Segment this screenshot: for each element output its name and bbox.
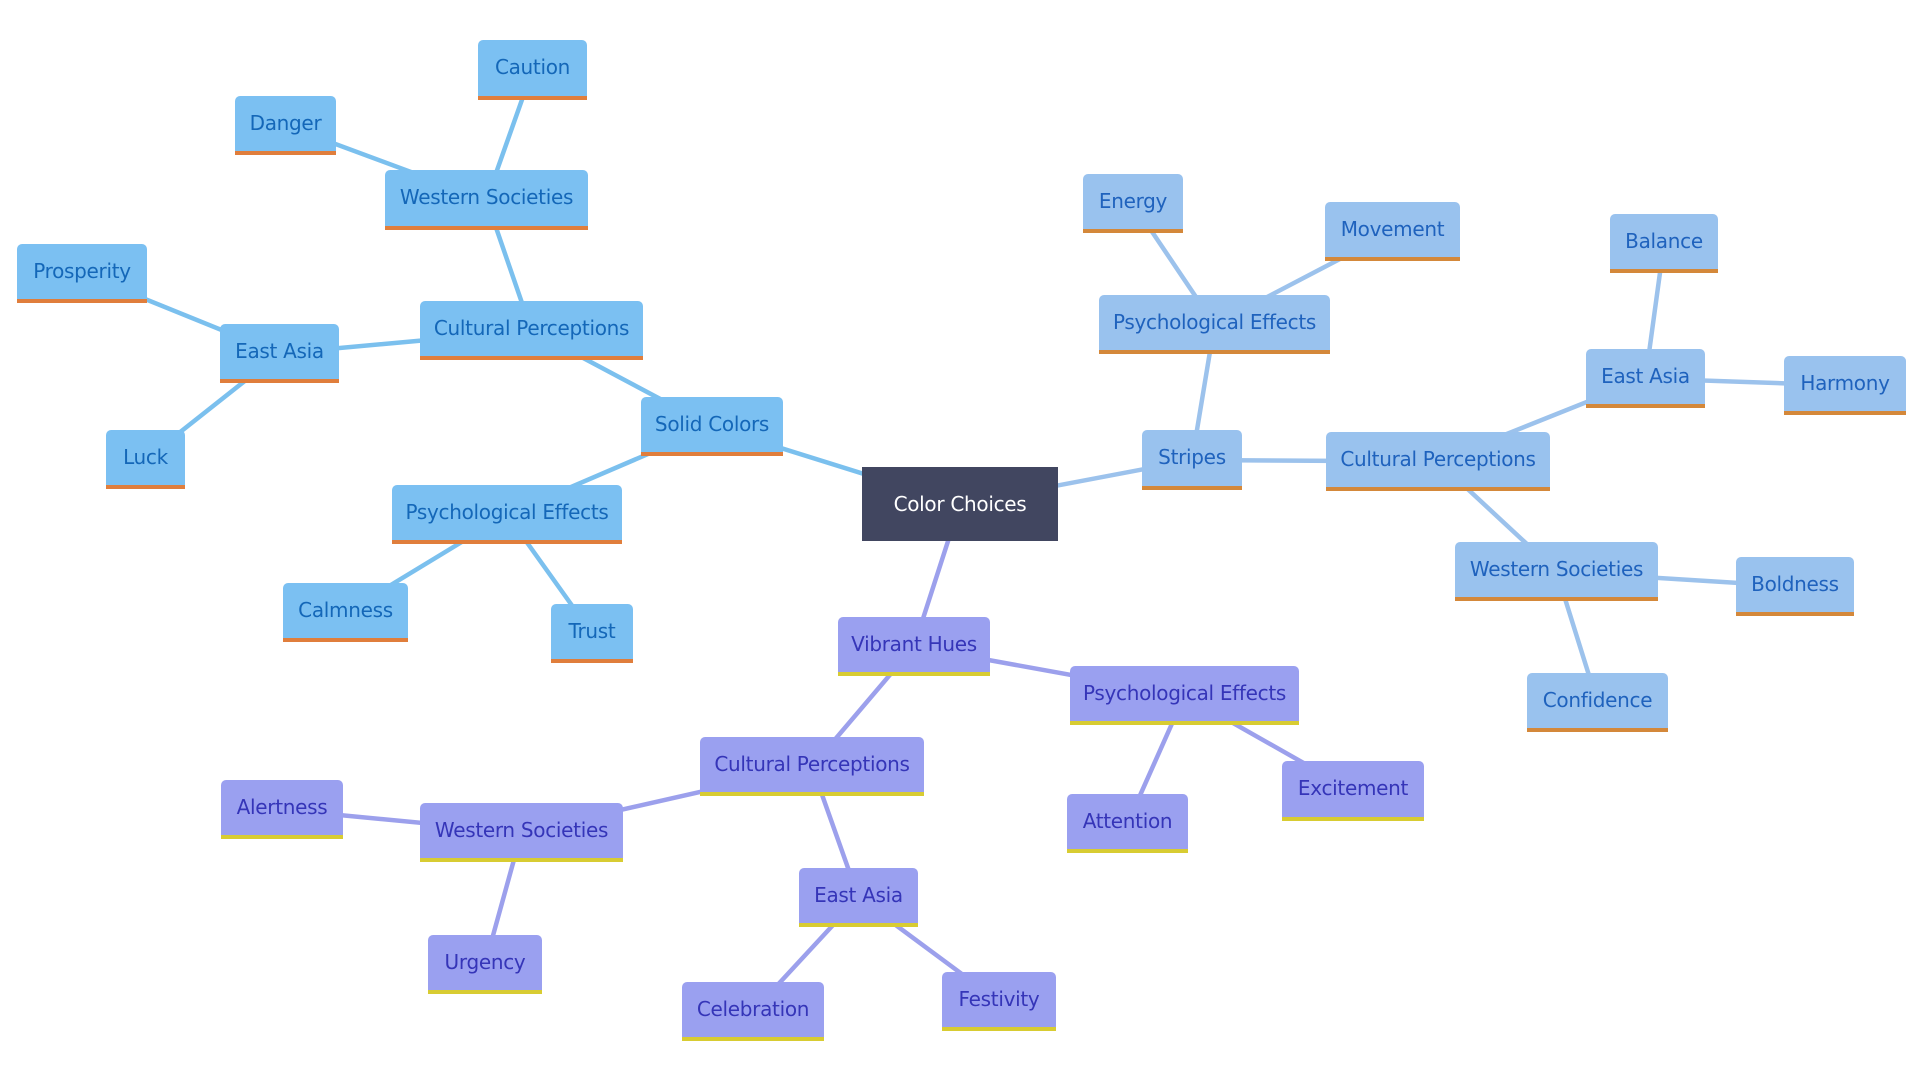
node-vibrant-east[interactable]: East Asia (799, 868, 918, 927)
node-solid-east[interactable]: East Asia (220, 324, 339, 383)
node-stripes-boldness[interactable]: Boldness (1736, 557, 1854, 616)
node-vibrant-alertness[interactable]: Alertness (221, 780, 343, 839)
node-label: Western Societies (1469, 556, 1644, 581)
node-label: Celebration (696, 996, 810, 1021)
node-label: Psychological Effects (1082, 680, 1287, 705)
node-label: Calmness (298, 597, 393, 622)
node-stripes-east[interactable]: East Asia (1586, 349, 1705, 408)
node-stripes-west[interactable]: Western Societies (1455, 542, 1658, 601)
node-stripes-cult[interactable]: Cultural Perceptions (1326, 432, 1550, 491)
node-label: Psychological Effects (405, 499, 609, 524)
node-label: East Asia (814, 882, 903, 907)
node-label: Luck (123, 444, 168, 469)
node-label: Prosperity (33, 258, 131, 283)
node-solid[interactable]: Solid Colors (641, 397, 783, 456)
node-label: Western Societies (434, 817, 609, 842)
node-solid-calmness[interactable]: Calmness (283, 583, 408, 642)
node-label: Cultural Perceptions (433, 315, 630, 340)
node-root[interactable]: Color Choices (862, 467, 1058, 541)
node-label: Vibrant Hues (851, 631, 977, 656)
node-label: Psychological Effects (1112, 309, 1317, 334)
node-label: Boldness (1751, 571, 1839, 596)
node-stripes-confidence[interactable]: Confidence (1527, 673, 1668, 732)
node-vibrant-festivity[interactable]: Festivity (942, 972, 1056, 1031)
node-solid-caution[interactable]: Caution (478, 40, 587, 100)
node-stripes-psych[interactable]: Psychological Effects (1099, 295, 1330, 354)
node-label: Movement (1340, 216, 1445, 241)
node-solid-luck[interactable]: Luck (106, 430, 185, 489)
node-label: Attention (1082, 808, 1173, 833)
node-label: Harmony (1800, 370, 1890, 395)
node-label: Cultural Perceptions (714, 751, 910, 776)
mind-map-canvas: Color Choices Solid Colors Cultural Percep… (0, 0, 1920, 1080)
node-label: Confidence (1542, 687, 1653, 712)
node-vibrant-urgency[interactable]: Urgency (428, 935, 542, 994)
node-label: Trust (568, 618, 616, 643)
node-stripes-harmony[interactable]: Harmony (1784, 356, 1906, 415)
node-stripes-movement[interactable]: Movement (1325, 202, 1460, 261)
node-vibrant-excitement[interactable]: Excitement (1282, 761, 1424, 821)
node-label: Solid Colors (654, 411, 770, 436)
node-solid-west[interactable]: Western Societies (385, 170, 588, 230)
node-vibrant[interactable]: Vibrant Hues (838, 617, 990, 676)
node-vibrant-celebration[interactable]: Celebration (682, 982, 824, 1041)
node-label: Festivity (958, 986, 1040, 1011)
node-label: Color Choices (893, 492, 1027, 516)
node-label: Caution (494, 55, 571, 79)
node-solid-prosperity[interactable]: Prosperity (17, 244, 147, 303)
node-vibrant-west[interactable]: Western Societies (420, 803, 623, 862)
node-label: East Asia (235, 338, 324, 363)
node-solid-cult[interactable]: Cultural Perceptions (420, 301, 643, 360)
node-solid-trust[interactable]: Trust (551, 604, 633, 663)
node-vibrant-cult[interactable]: Cultural Perceptions (700, 737, 924, 796)
node-stripes-balance[interactable]: Balance (1610, 214, 1718, 273)
node-label: Excitement (1297, 776, 1409, 800)
node-label: Danger (249, 110, 322, 135)
node-stripes-energy[interactable]: Energy (1083, 174, 1183, 233)
node-label: East Asia (1601, 363, 1690, 388)
node-label: Alertness (236, 794, 328, 819)
node-label: Urgency (444, 949, 526, 974)
node-label: Balance (1625, 228, 1703, 253)
node-label: Cultural Perceptions (1340, 446, 1536, 471)
node-solid-psych[interactable]: Psychological Effects (392, 485, 622, 544)
node-label: Energy (1098, 188, 1168, 213)
node-label: Stripes (1158, 445, 1226, 469)
node-vibrant-psych[interactable]: Psychological Effects (1070, 666, 1299, 725)
node-solid-danger[interactable]: Danger (235, 96, 336, 155)
node-label: Western Societies (399, 185, 574, 209)
node-stripes[interactable]: Stripes (1142, 430, 1242, 490)
node-vibrant-attention[interactable]: Attention (1067, 794, 1188, 853)
